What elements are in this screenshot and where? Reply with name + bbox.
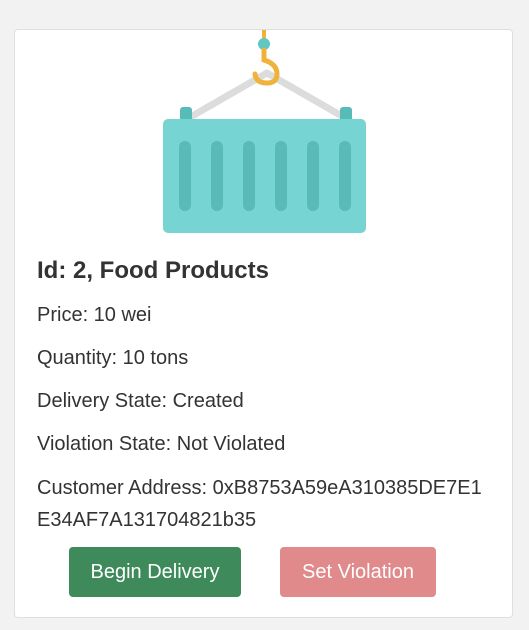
violation-state-text: Violation State: Not Violated	[37, 433, 286, 455]
delivery-state-text: Delivery State: Created	[37, 390, 244, 412]
product-title: Id: 2, Food Products	[37, 257, 269, 284]
quantity-text: Quantity: 10 tons	[37, 347, 189, 369]
begin-delivery-button[interactable]: Begin Delivery	[69, 547, 241, 597]
product-card: Id: 2, Food Products Price: 10 wei Quant…	[14, 29, 513, 618]
price-text: Price: 10 wei	[37, 304, 152, 326]
shipping-container-icon	[163, 30, 366, 233]
customer-address-text: Customer Address: 0xB8753A59eA310385DE7E…	[37, 477, 482, 531]
set-violation-button[interactable]: Set Violation	[280, 547, 436, 597]
card-body: Id: 2, Food Products Price: 10 wei Quant…	[37, 256, 494, 536]
